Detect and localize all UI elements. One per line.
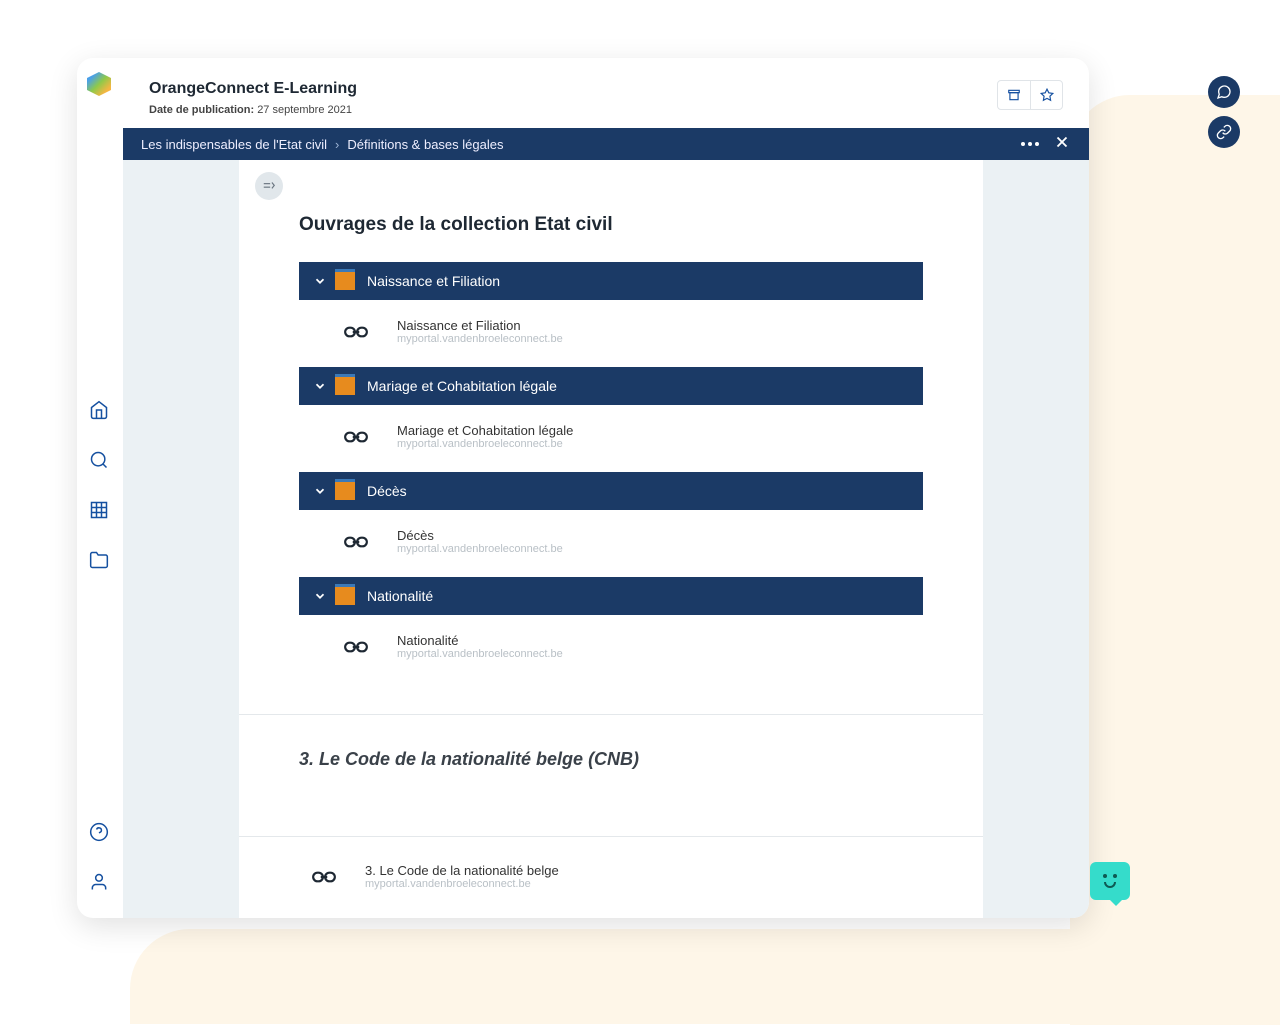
folder-icon <box>335 482 355 500</box>
accordion-label: Décès <box>367 483 407 499</box>
chevron-down-icon <box>313 589 327 603</box>
accordion-body: Naissance et Filiation myportal.vandenbr… <box>299 300 923 367</box>
folder-icon <box>335 377 355 395</box>
header-actions <box>997 80 1063 110</box>
sidebar-item-search[interactable] <box>85 446 113 474</box>
chat-widget-button[interactable] <box>1090 862 1130 900</box>
accordion-item: Mariage et Cohabitation légale Mariage e… <box>299 367 923 472</box>
link-item[interactable]: Décès myportal.vandenbroeleconnect.be <box>397 528 563 555</box>
sidebar-item-profile[interactable] <box>85 868 113 896</box>
comment-bubble-button[interactable] <box>1208 76 1240 108</box>
toggle-sidebar-button[interactable] <box>255 172 283 200</box>
page-title: OrangeConnect E-Learning <box>149 80 357 98</box>
accordion-body: Mariage et Cohabitation légale myportal.… <box>299 405 923 472</box>
link-icon <box>339 322 373 342</box>
archive-button[interactable] <box>998 81 1030 109</box>
accordion-item: Nationalité Nationalité myportal.vandenb… <box>299 577 923 682</box>
section-title: Ouvrages de la collection Etat civil <box>239 160 983 262</box>
link-item[interactable]: Naissance et Filiation myportal.vandenbr… <box>397 318 563 345</box>
publication-date: Date de publication: 27 septembre 2021 <box>149 104 357 116</box>
accordion-header[interactable]: Naissance et Filiation <box>299 262 923 300</box>
accordion-body: Décès myportal.vandenbroeleconnect.be <box>299 510 923 577</box>
link-icon <box>339 427 373 447</box>
sidebar-item-home[interactable] <box>85 396 113 424</box>
link-item[interactable]: Mariage et Cohabitation légale myportal.… <box>397 423 573 450</box>
breadcrumb-bar: Les indispensables de l'Etat civil › Déf… <box>123 128 1089 160</box>
favorite-button[interactable] <box>1030 81 1062 109</box>
sidebar-item-folder[interactable] <box>85 546 113 574</box>
header: OrangeConnect E-Learning Date de publica… <box>123 58 1089 128</box>
accordion: Naissance et Filiation Naissance et Fili… <box>299 262 923 682</box>
link-icon <box>339 637 373 657</box>
link-item[interactable]: Nationalité myportal.vandenbroeleconnect… <box>397 633 563 660</box>
chevron-down-icon <box>313 274 327 288</box>
link-bubble-button[interactable] <box>1208 116 1240 148</box>
sidebar-item-help[interactable] <box>85 818 113 846</box>
more-options-button[interactable] <box>1021 142 1039 146</box>
sidebar-item-grid[interactable] <box>85 496 113 524</box>
accordion-label: Mariage et Cohabitation légale <box>367 378 557 394</box>
chat-face-icon <box>1090 874 1130 878</box>
chevron-down-icon <box>313 379 327 393</box>
accordion-item: Décès Décès myportal.vandenbroeleconnect… <box>299 472 923 577</box>
cnb-link-row: 3. Le Code de la nationalité belge mypor… <box>239 837 983 918</box>
accordion-header[interactable]: Mariage et Cohabitation légale <box>299 367 923 405</box>
breadcrumb-item[interactable]: Définitions & bases légales <box>347 137 503 152</box>
accordion-label: Naissance et Filiation <box>367 273 500 289</box>
accordion-body: Nationalité myportal.vandenbroeleconnect… <box>299 615 923 682</box>
cnb-section-title: 3. Le Code de la nationalité belge (CNB) <box>239 715 983 804</box>
chevron-down-icon <box>313 484 327 498</box>
folder-icon <box>335 272 355 290</box>
sidebar <box>77 58 121 918</box>
main-card: OrangeConnect E-Learning Date de publica… <box>77 58 1089 918</box>
accordion-label: Nationalité <box>367 588 433 604</box>
accordion-header[interactable]: Nationalité <box>299 577 923 615</box>
folder-icon <box>335 587 355 605</box>
breadcrumb-separator: › <box>335 137 339 152</box>
logo-icon[interactable] <box>87 72 111 96</box>
content-area: Ouvrages de la collection Etat civil Nai… <box>123 160 1089 918</box>
accordion-item: Naissance et Filiation Naissance et Fili… <box>299 262 923 367</box>
close-button[interactable] <box>1053 133 1071 155</box>
background-decoration <box>130 929 1200 1024</box>
link-icon <box>339 532 373 552</box>
link-item[interactable]: 3. Le Code de la nationalité belge mypor… <box>365 863 559 890</box>
accordion-header[interactable]: Décès <box>299 472 923 510</box>
link-icon <box>307 867 341 887</box>
content-panel: Ouvrages de la collection Etat civil Nai… <box>239 160 983 918</box>
breadcrumb-item[interactable]: Les indispensables de l'Etat civil <box>141 137 327 152</box>
